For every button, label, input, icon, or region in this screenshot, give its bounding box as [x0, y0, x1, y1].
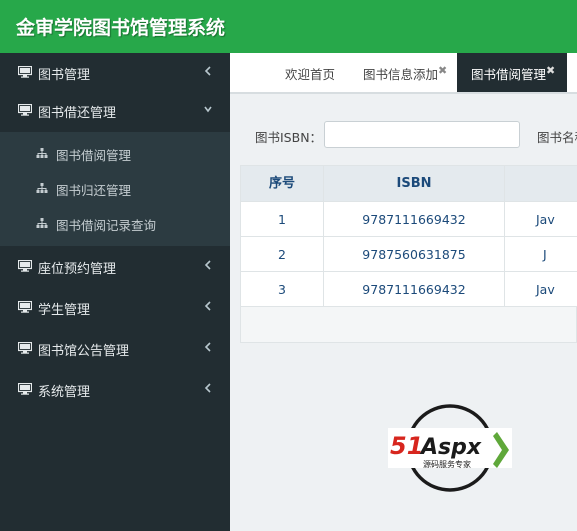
table-cell-isbn: 9787111669432 — [324, 202, 505, 237]
sidebar-item-label: 学生管理 — [38, 303, 91, 318]
logo-slogan: 源码服务专家 — [423, 459, 471, 469]
sidebar-item-announcements[interactable]: 图书馆公告管理 — [0, 329, 230, 370]
isbn-search-input[interactable] — [324, 121, 520, 148]
monitor-icon — [18, 104, 32, 116]
submenu-borrow-return: 图书借阅管理 图书归还管理 图书借阅记录查询 — [0, 132, 230, 246]
sidebar-subitem-return-management[interactable]: 图书归还管理 — [0, 171, 230, 206]
app-title: 金审学院图书馆管理系统 — [16, 17, 226, 39]
logo-brand-b: Aspx — [419, 435, 482, 460]
sitemap-icon — [36, 148, 48, 158]
sitemap-icon — [36, 218, 48, 228]
tab-book-info-add[interactable]: 图书信息添加 ✖ — [355, 53, 455, 92]
sidebar-item-label: 图书管理 — [38, 68, 91, 83]
table-cell-no: 1 — [241, 202, 324, 237]
table-header-name — [505, 166, 577, 202]
tab-label: 欢迎首页 — [285, 67, 336, 82]
chevron-left-icon — [204, 66, 211, 76]
book-name-search-label: 图书名称 — [537, 130, 577, 145]
sidebar-subitem-label: 图书归还管理 — [56, 183, 132, 198]
table-cell-name: J — [505, 237, 577, 272]
sitemap-icon — [36, 183, 48, 193]
monitor-icon — [18, 66, 32, 78]
monitor-icon — [18, 260, 32, 272]
chevron-left-icon — [204, 260, 211, 270]
sidebar-item-label: 座位预约管理 — [38, 262, 117, 277]
tab-welcome[interactable]: 欢迎首页 — [275, 53, 345, 92]
table-cell-name: Jav — [505, 202, 577, 237]
close-icon[interactable]: ✖ — [546, 64, 555, 77]
sidebar: 图书管理 图书借还管理 图书借阅管理 图书归还管理 图书借阅记录查询 座位预约管… — [0, 53, 230, 531]
sidebar-item-label: 系统管理 — [38, 385, 91, 400]
tab-label: 图书信息添加 — [363, 67, 439, 82]
sidebar-item-system-management[interactable]: 系统管理 — [0, 370, 230, 411]
table-header-isbn: ISBN — [324, 166, 505, 202]
sidebar-subitem-borrow-management[interactable]: 图书借阅管理 — [0, 136, 230, 171]
table-cell-no: 2 — [241, 237, 324, 272]
table-cell-no: 3 — [241, 272, 324, 307]
chevron-down-icon — [204, 106, 212, 113]
table-cell-isbn: 9787560631875 — [324, 237, 505, 272]
chevron-left-icon — [204, 342, 211, 352]
sidebar-item-borrow-return[interactable]: 图书借还管理 — [0, 91, 230, 132]
borrow-table: 序号 ISBN 1 9787111669432 Jav 2 9787560631… — [240, 165, 577, 343]
isbn-search-label: 图书ISBN： — [255, 130, 323, 145]
monitor-icon — [18, 342, 32, 354]
tab-bar: 欢迎首页 图书信息添加 ✖ 图书借阅管理 ✖ — [230, 53, 577, 94]
sidebar-item-label: 图书借还管理 — [38, 106, 117, 121]
sidebar-subitem-label: 图书借阅记录查询 — [56, 218, 157, 233]
sidebar-item-seat-booking[interactable]: 座位预约管理 — [0, 247, 230, 288]
tab-label: 图书借阅管理 — [471, 67, 547, 82]
chevron-left-icon — [204, 383, 211, 393]
sidebar-subitem-borrow-records[interactable]: 图书借阅记录查询 — [0, 206, 230, 241]
sidebar-item-book-management[interactable]: 图书管理 — [0, 53, 230, 94]
51aspx-logo: 51 Aspx 源码服务专家 — [388, 404, 512, 492]
sidebar-item-student-management[interactable]: 学生管理 — [0, 288, 230, 329]
chevron-left-icon — [204, 301, 211, 311]
monitor-icon — [18, 383, 32, 395]
sidebar-subitem-label: 图书借阅管理 — [56, 148, 132, 163]
tab-borrow-management[interactable]: 图书借阅管理 ✖ — [457, 53, 567, 92]
close-icon[interactable]: ✖ — [438, 64, 447, 77]
app-header: 金审学院图书馆管理系统 — [0, 0, 577, 53]
table-header-no: 序号 — [241, 166, 324, 202]
table-cell-isbn: 9787111669432 — [324, 272, 505, 307]
table-cell-name: Jav — [505, 272, 577, 307]
logo-brand-a: 51 — [390, 432, 423, 460]
monitor-icon — [18, 301, 32, 313]
sidebar-item-label: 图书馆公告管理 — [38, 344, 130, 359]
